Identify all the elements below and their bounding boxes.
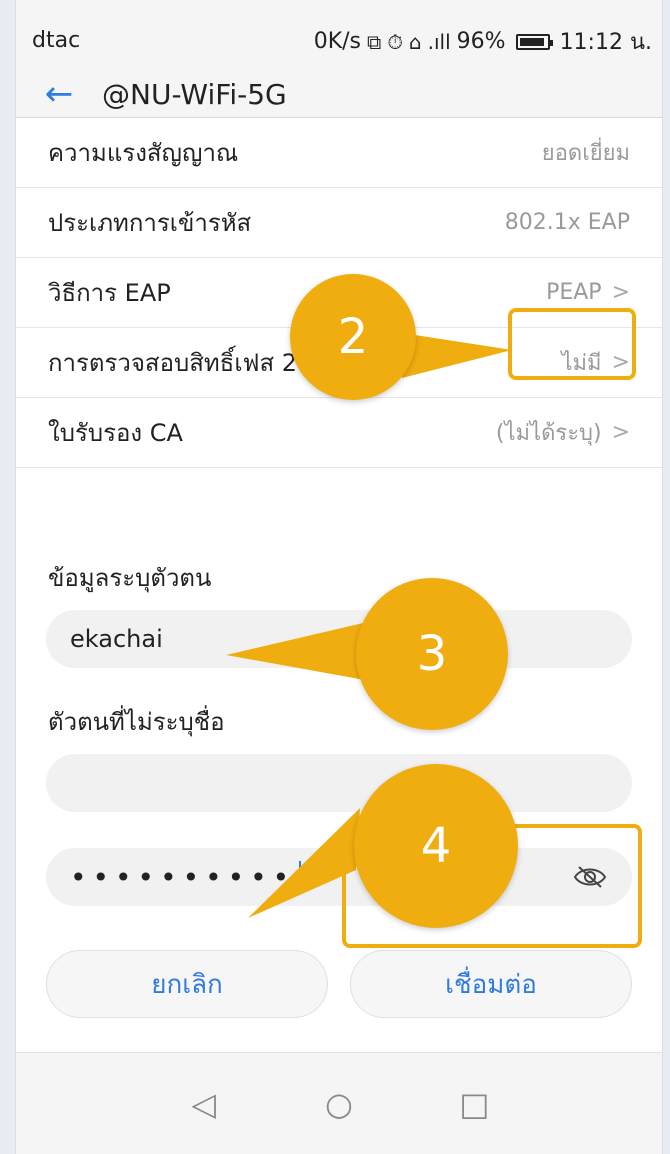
callout-4-tail: [248, 808, 360, 918]
nav-recent-icon[interactable]: □: [439, 1074, 509, 1134]
battery-percent: 96%: [456, 29, 506, 54]
highlight-eap-method: [508, 308, 636, 380]
wifi-connect-dialog: dtac 0K/s ⧉ ⏱ ⌂ .ıll 96% 11:12 น. ← @NU-…: [16, 0, 662, 1154]
callout-2: 2: [290, 274, 416, 400]
row-value-text: ยอดเยี่ยม: [541, 141, 630, 166]
row-label: วิธีการ EAP: [48, 279, 171, 307]
carrier-label: dtac: [32, 28, 81, 53]
chevron-right-icon: >: [611, 420, 630, 445]
connect-button[interactable]: เชื่อมต่อ: [350, 950, 632, 1018]
row-value: ยอดเยี่ยม: [542, 135, 630, 170]
callout-3-tail: [226, 620, 376, 682]
status-bar: dtac 0K/s ⧉ ⏱ ⌂ .ıll 96% 11:12 น.: [32, 18, 652, 55]
row-label: การตรวจสอบสิทธิ์เฟส 2: [48, 349, 298, 377]
system-nav-bar: ◁ ○ □: [16, 1052, 662, 1154]
identity-value: ekachai: [70, 625, 163, 653]
row-value: (ไม่ได้ระบุ) >: [496, 415, 630, 450]
callout-4: 4: [354, 764, 518, 928]
row-value-text: PEAP: [546, 280, 602, 305]
callout-2-tail: [402, 333, 512, 378]
row-ca-cert[interactable]: ใบรับรอง CA (ไม่ได้ระบุ) >: [16, 398, 662, 468]
nav-home-icon[interactable]: ○: [304, 1074, 374, 1134]
vibrate-icon: ⧉: [367, 29, 382, 54]
status-right: 0K/s ⧉ ⏱ ⌂ .ıll 96% 11:12 น.: [314, 24, 652, 59]
signal-icon: .ıll: [427, 29, 451, 54]
row-value: 802.1x EAP: [505, 210, 630, 235]
chevron-right-icon: >: [611, 280, 630, 305]
callout-3: 3: [356, 578, 508, 730]
alarm-icon: ⏱: [387, 29, 403, 54]
page-title: @NU-WiFi-5G: [102, 77, 287, 111]
nav-back-icon[interactable]: ◁: [169, 1074, 239, 1134]
anonymous-identity-label: ตัวตนที่ไม่ระบุชื่อ: [48, 708, 225, 736]
wifi-icon: ⌂: [408, 29, 422, 54]
network-speed: 0K/s: [313, 29, 362, 54]
header: ← @NU-WiFi-5G: [16, 70, 662, 118]
anonymous-identity-input[interactable]: [46, 754, 632, 812]
time: 11:12 น.: [559, 30, 652, 55]
row-value-text: 802.1x EAP: [504, 210, 630, 235]
cancel-button[interactable]: ยกเลิก: [46, 950, 328, 1018]
row-signal-strength: ความแรงสัญญาณ ยอดเยี่ยม: [16, 118, 662, 188]
row-label: ประเภทการเข้ารหัส: [48, 209, 252, 237]
row-label: ใบรับรอง CA: [48, 419, 183, 447]
back-arrow-icon[interactable]: ←: [16, 70, 102, 118]
top-bar: dtac 0K/s ⧉ ⏱ ⌂ .ıll 96% 11:12 น. ← @NU-…: [16, 0, 662, 118]
row-security: ประเภทการเข้ารหัส 802.1x EAP: [16, 188, 662, 258]
row-value: PEAP >: [546, 280, 630, 305]
action-buttons: ยกเลิก เชื่อมต่อ: [46, 950, 632, 1018]
battery-icon: [515, 33, 553, 50]
row-value-text: (ไม่ได้ระบุ): [495, 421, 602, 446]
row-label: ความแรงสัญญาณ: [48, 139, 239, 167]
identity-label: ข้อมูลระบุตัวตน: [48, 564, 212, 592]
